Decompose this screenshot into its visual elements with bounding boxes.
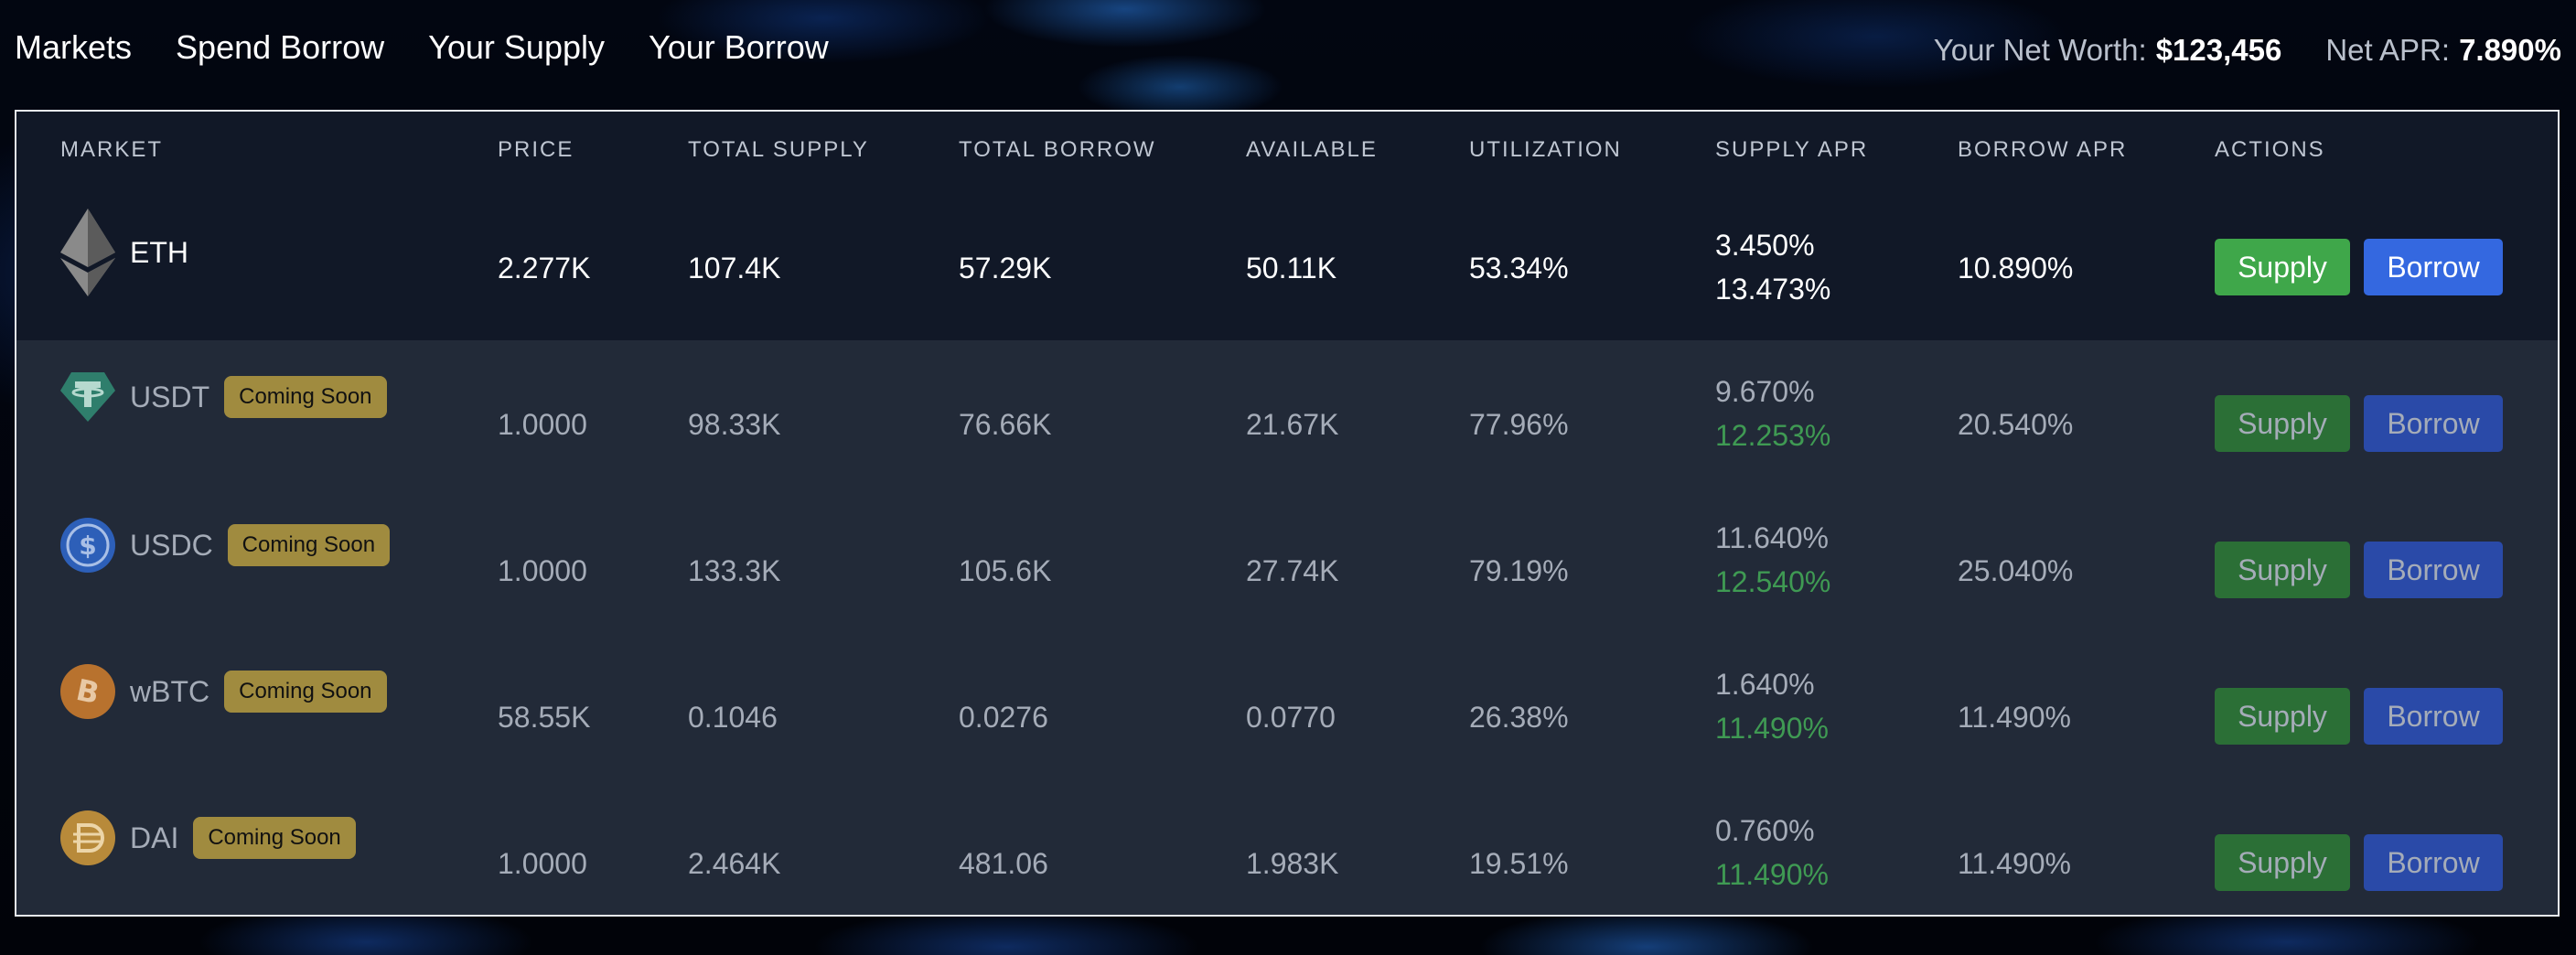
col-available: AVAILABLE [1246,137,1378,162]
net-worth-value: $123,456 [2155,33,2282,67]
supply-button[interactable]: Supply [2215,239,2350,295]
asset-cell: B wBTC Coming Soon [60,664,387,719]
nav-markets[interactable]: Markets [15,22,132,73]
borrow-apr-value: 10.890% [1958,252,2074,284]
supply-apr-value: 0.760% [1715,814,1815,847]
asset-symbol: USDC [130,528,213,562]
borrow-button[interactable]: Borrow [2364,688,2503,745]
price-value: 1.0000 [498,408,587,441]
total-borrow-value: 76.66K [959,408,1052,441]
supply-button[interactable]: Supply [2215,688,2350,745]
col-actions: ACTIONS [2215,137,2325,162]
utilization-value: 19.51% [1469,847,1569,880]
available-value: 21.67K [1246,408,1339,441]
borrow-apr-value: 20.540% [1958,408,2074,441]
supply-apr-value: 11.640% [1715,521,1829,554]
nav-your-supply[interactable]: Your Supply [428,22,605,73]
available-value: 50.11K [1246,252,1337,284]
price-value: 1.0000 [498,847,587,880]
borrow-apr-value: 11.490% [1958,701,2071,734]
asset-symbol: wBTC [130,674,210,708]
total-supply-value: 0.1046 [688,701,778,734]
col-borrow-apr: BORROW APR [1958,137,2128,162]
svg-text:$: $ [79,531,96,561]
total-supply-value: 2.464K [688,847,781,880]
total-supply-value: 107.4K [688,252,781,284]
supply-apr-boost-value: 12.540% [1715,565,1831,598]
price-value: 1.0000 [498,554,587,587]
col-supply-apr: SUPPLY APR [1715,137,1869,162]
total-borrow-value: 105.6K [959,554,1052,587]
account-stats: Your Net Worth: $123,456 Net APR: 7.890% [1934,27,2561,73]
available-value: 1.983K [1246,847,1339,880]
tether-icon [60,370,115,424]
borrow-apr-value: 25.040% [1958,554,2074,587]
utilization-value: 26.38% [1469,701,1569,734]
col-total-supply: TOTAL SUPPLY [688,137,869,162]
asset-symbol: ETH [130,235,188,269]
asset-cell: USDT Coming Soon [60,370,387,424]
supply-apr-boost-value: 13.473% [1715,273,1831,306]
asset-symbol: DAI [130,821,179,854]
supply-apr-value: 9.670% [1715,375,1815,408]
table-row: B wBTC Coming Soon 58.55K 0.1046 0.0276 … [16,633,2558,779]
coming-soon-badge: Coming Soon [193,817,356,859]
asset-cell: DAI Coming Soon [60,810,356,865]
total-borrow-value: 0.0276 [959,701,1048,734]
table-row: DAI Coming Soon 1.0000 2.464K 481.06 1.9… [16,779,2558,915]
borrow-button[interactable]: Borrow [2364,542,2503,598]
supply-button[interactable]: Supply [2215,834,2350,891]
borrow-button[interactable]: Borrow [2364,834,2503,891]
borrow-button[interactable]: Borrow [2364,395,2503,452]
utilization-value: 77.96% [1469,408,1569,441]
total-borrow-value: 481.06 [959,847,1048,880]
net-apr-value: 7.890% [2459,33,2561,67]
supply-apr-boost-value: 12.253% [1715,419,1831,452]
utilization-value: 53.34% [1469,252,1569,284]
nav-spend-borrow[interactable]: Spend Borrow [176,22,384,73]
col-market: MARKET [60,137,164,162]
asset-cell: ETH [60,209,188,296]
dai-icon [60,810,115,865]
price-value: 58.55K [498,701,591,734]
supply-apr-boost-value: 11.490% [1715,858,1829,891]
top-nav: Markets Spend Borrow Your Supply Your Bo… [15,22,873,73]
net-apr-label: Net APR: [2325,33,2451,67]
usdc-icon: $ [60,518,115,573]
asset-cell: $ USDC Coming Soon [60,518,391,573]
coming-soon-badge: Coming Soon [224,671,387,713]
col-utilization: UTILIZATION [1469,137,1622,162]
net-worth-label: Your Net Worth: [1933,33,2147,67]
price-value: 2.277K [498,252,591,284]
ethereum-icon [60,209,115,296]
col-price: PRICE [498,137,574,162]
asset-symbol: USDT [130,380,210,413]
bitcoin-icon: B [60,664,115,719]
supply-apr-value: 3.450% [1715,229,1815,262]
total-supply-value: 133.3K [688,554,781,587]
coming-soon-badge: Coming Soon [224,376,387,418]
table-row: ETH 2.277K 107.4K 57.29K 50.11K 53.34% 3… [16,194,2558,340]
nav-your-borrow[interactable]: Your Borrow [649,22,829,73]
markets-table: MARKET PRICE TOTAL SUPPLY TOTAL BORROW A… [15,110,2560,917]
available-value: 27.74K [1246,554,1339,587]
coming-soon-badge: Coming Soon [227,524,391,566]
supply-apr-boost-value: 11.490% [1715,712,1829,745]
table-header: MARKET PRICE TOTAL SUPPLY TOTAL BORROW A… [16,112,2558,194]
utilization-value: 79.19% [1469,554,1569,587]
svg-text:B: B [73,672,102,711]
supply-button[interactable]: Supply [2215,395,2350,452]
available-value: 0.0770 [1246,701,1336,734]
supply-button[interactable]: Supply [2215,542,2350,598]
total-supply-value: 98.33K [688,408,781,441]
table-row: $ USDC Coming Soon 1.0000 133.3K 105.6K … [16,487,2558,633]
borrow-apr-value: 11.490% [1958,847,2071,880]
supply-apr-value: 1.640% [1715,668,1815,701]
col-total-borrow: TOTAL BORROW [959,137,1156,162]
table-row: USDT Coming Soon 1.0000 98.33K 76.66K 21… [16,340,2558,487]
total-borrow-value: 57.29K [959,252,1052,284]
borrow-button[interactable]: Borrow [2364,239,2503,295]
